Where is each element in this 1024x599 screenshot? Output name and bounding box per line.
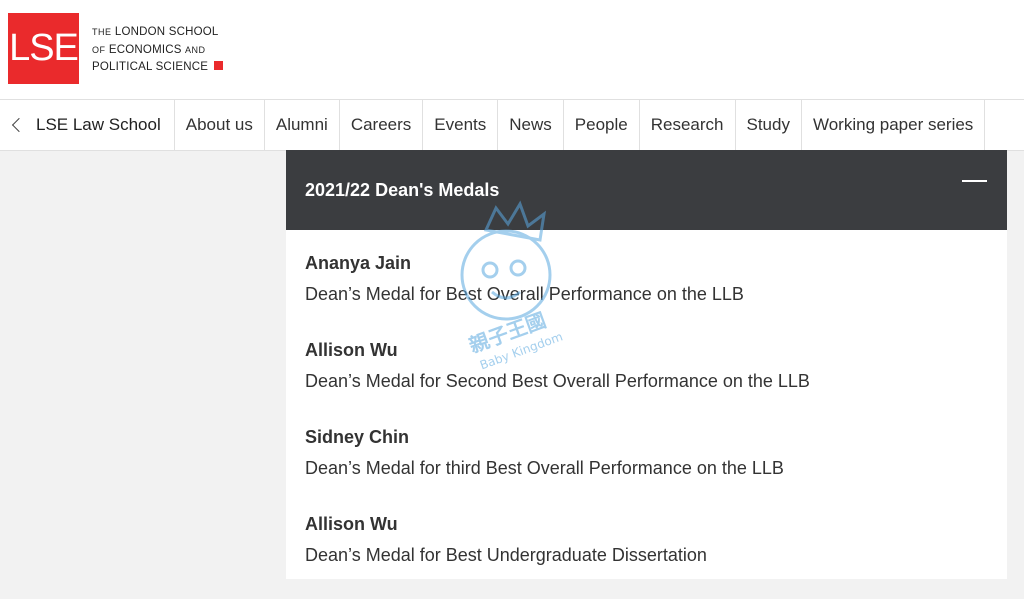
school-name-line1: LONDON SCHOOL xyxy=(114,26,219,38)
lse-logo[interactable]: LSE xyxy=(8,13,79,84)
accordion-body: Ananya Jain Dean’s Medal for Best Overal… xyxy=(286,230,1007,579)
recipient-name: Ananya Jain xyxy=(305,253,412,273)
recipient-name: Allison Wu xyxy=(305,340,398,360)
nav-item-research[interactable]: Research xyxy=(640,100,736,150)
accordion-title: 2021/22 Dean's Medals xyxy=(305,179,500,200)
school-name[interactable]: THE LONDON SCHOOL OF ECONOMICS AND POLIT… xyxy=(92,24,232,77)
award-description: Dean’s Medal for Second Best Overall Per… xyxy=(305,371,810,391)
school-name-prefix-of: OF xyxy=(92,44,106,55)
school-name-line3: POLITICAL SCIENCE xyxy=(92,61,209,73)
recipient-name: Sidney Chin xyxy=(305,427,410,447)
logo-text: LSE xyxy=(9,27,79,69)
section-nav: LSE Law School About us Alumni Careers E… xyxy=(0,100,1024,151)
nav-item-news[interactable]: News xyxy=(498,100,564,150)
nav-back-link[interactable]: LSE Law School xyxy=(0,100,175,150)
school-name-suffix-and: AND xyxy=(185,44,206,55)
nav-back-label: LSE Law School xyxy=(36,115,161,134)
nav-item-events[interactable]: Events xyxy=(423,100,499,150)
school-name-prefix-the: THE xyxy=(92,27,112,37)
nav-item-label: Events xyxy=(434,115,487,134)
nav-item-careers[interactable]: Careers xyxy=(340,100,424,150)
nav-item-alumni[interactable]: Alumni xyxy=(265,100,340,150)
site-header: LSE THE LONDON SCHOOL OF ECONOMICS AND P… xyxy=(0,0,1024,100)
award-description: Dean’s Medal for third Best Overall Perf… xyxy=(305,458,784,478)
nav-item-about-us[interactable]: About us xyxy=(175,100,265,150)
recipient-name: Allison Wu xyxy=(305,514,398,534)
award-description: Dean’s Medal for Best Overall Performanc… xyxy=(305,284,744,304)
nav-item-label: People xyxy=(574,115,628,134)
nav-item-study[interactable]: Study xyxy=(736,100,802,150)
nav-item-label: News xyxy=(509,115,552,134)
medal-entry: Sidney Chin Dean’s Medal for third Best … xyxy=(305,425,988,512)
nav-item-label: Research xyxy=(650,115,724,134)
nav-item-label: Study xyxy=(746,115,790,134)
chevron-left-icon xyxy=(11,117,27,133)
nav-item-people[interactable]: People xyxy=(564,100,640,150)
school-name-line2: ECONOMICS xyxy=(108,43,182,56)
medal-entry: Allison Wu Dean’s Medal for Second Best … xyxy=(305,338,988,425)
nav-item-label: Careers xyxy=(350,115,412,134)
nav-item-working-paper-series[interactable]: Working paper series xyxy=(802,100,986,150)
award-description: Dean’s Medal for Best Undergraduate Diss… xyxy=(305,545,707,565)
collapse-icon[interactable] xyxy=(962,180,987,182)
nav-item-label: About us xyxy=(185,115,253,134)
red-square-icon xyxy=(214,61,224,70)
nav-item-label: Alumni xyxy=(275,115,328,134)
nav-item-label: Working paper series xyxy=(812,115,974,134)
accordion-header[interactable]: 2021/22 Dean's Medals xyxy=(286,150,1007,230)
medal-entry: Allison Wu Dean’s Medal for Best Undergr… xyxy=(305,512,988,599)
medal-entry: Ananya Jain Dean’s Medal for Best Overal… xyxy=(305,251,988,338)
